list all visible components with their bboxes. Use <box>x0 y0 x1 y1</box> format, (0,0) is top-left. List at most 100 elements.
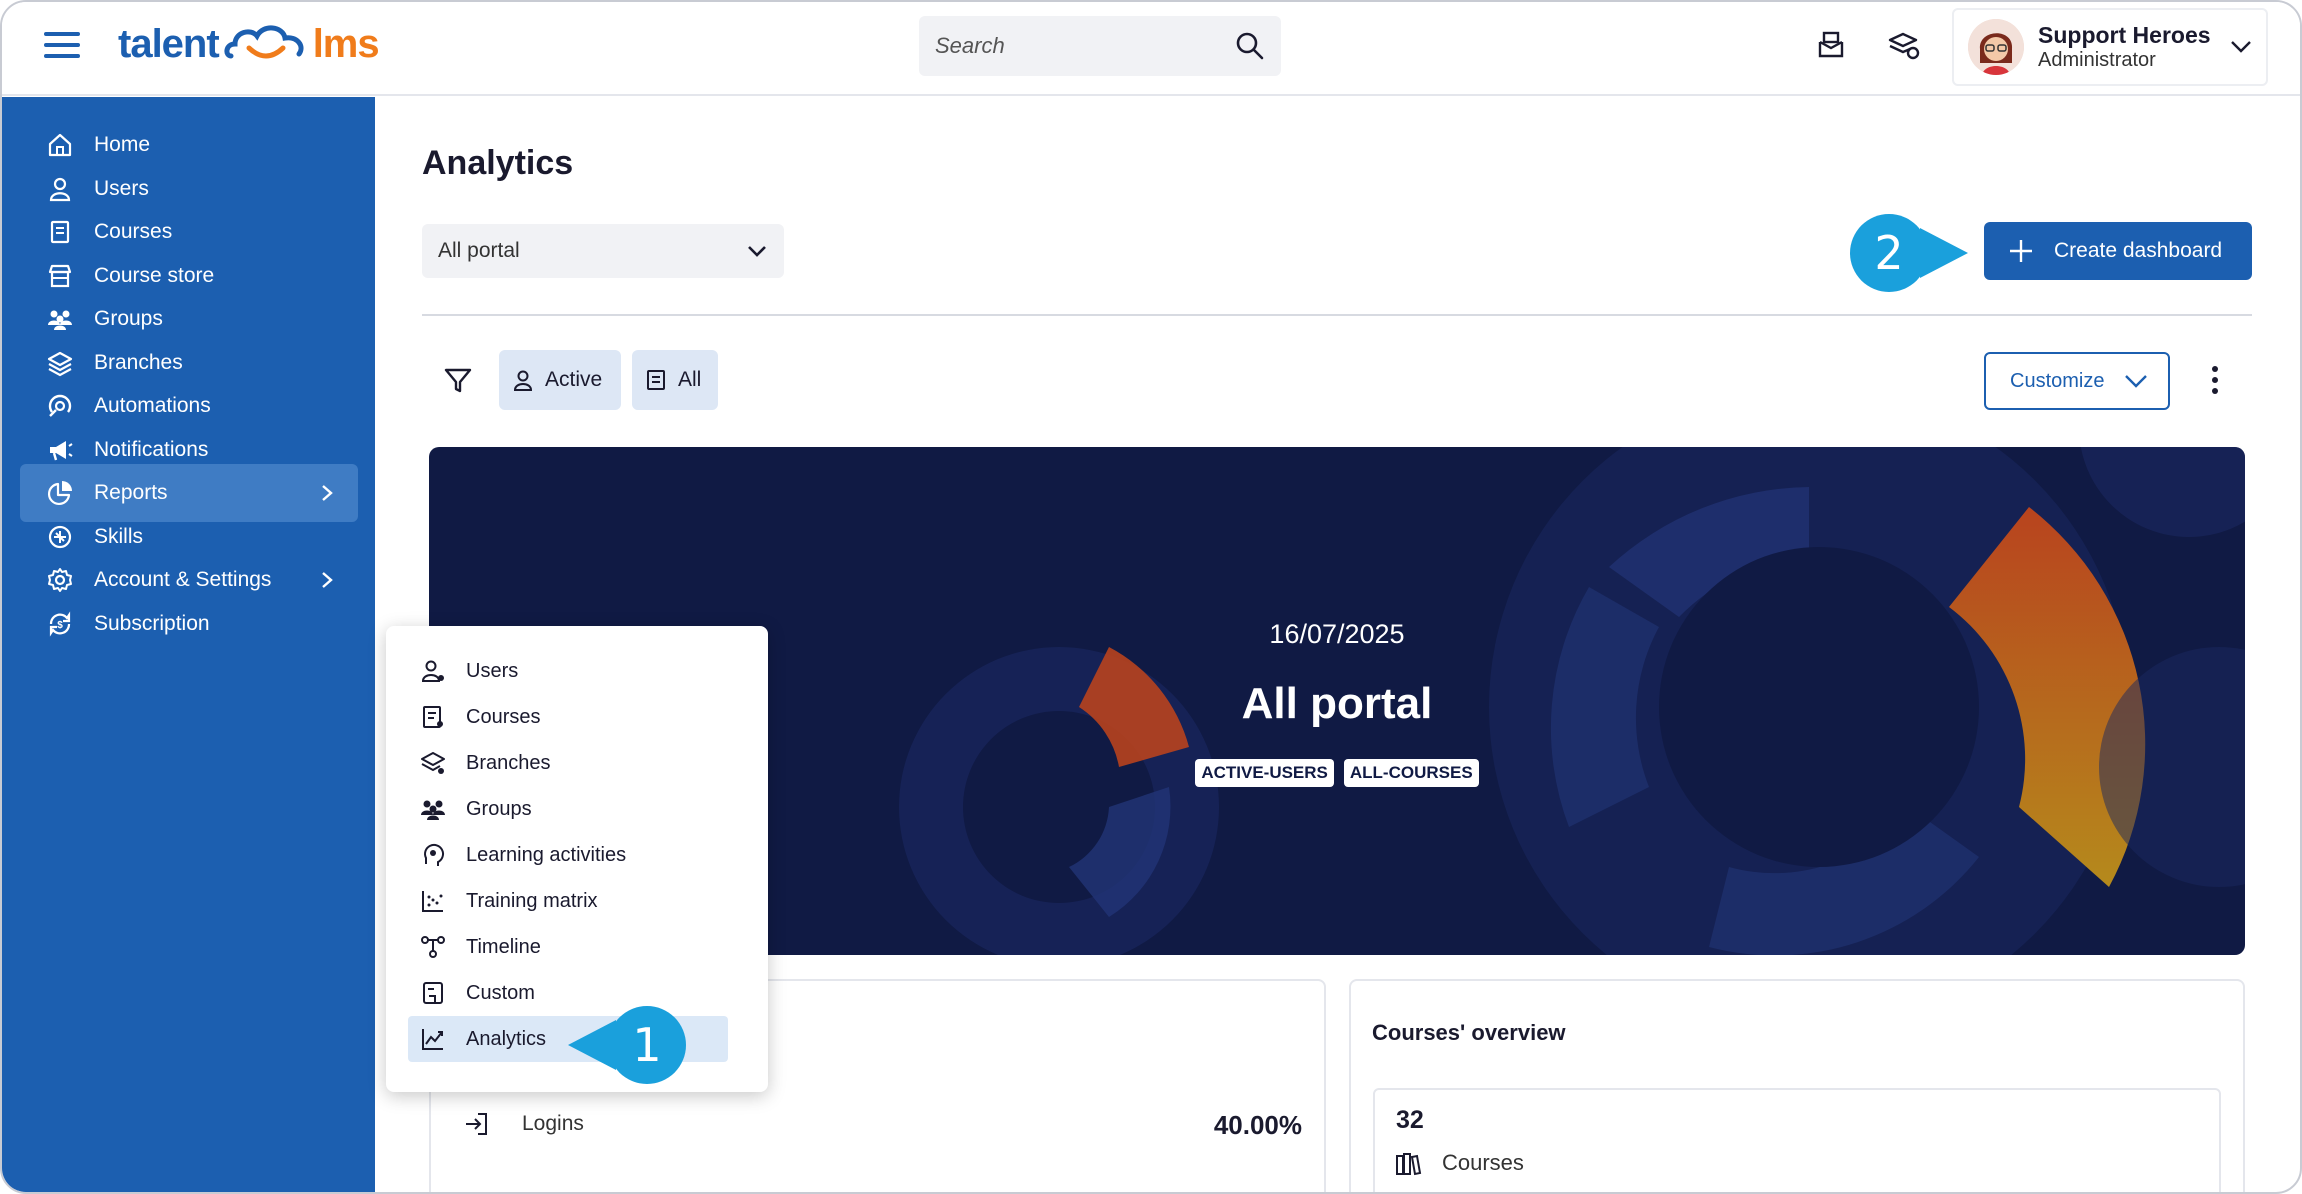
user-icon <box>49 177 71 202</box>
course-report-icon <box>423 706 443 728</box>
courses-label: Courses <box>1442 1150 1524 1175</box>
sidebar-item-label: Notifications <box>94 438 209 461</box>
avatar <box>1968 19 2024 75</box>
logo-text-lms: lms <box>312 21 380 66</box>
user-info: Support Heroes Administrator <box>2038 22 2211 71</box>
app-window: talent lms Search Support Heroes Adminis… <box>0 0 2302 1194</box>
talentlms-logo[interactable]: talent lms <box>118 16 380 72</box>
courses-stat-box[interactable] <box>1373 1088 2221 1192</box>
page-title: Analytics <box>422 144 574 182</box>
reports-menu-label: Training matrix <box>466 889 598 912</box>
user-role: Administrator <box>2038 48 2156 71</box>
book-icon <box>50 220 70 244</box>
all-chip-label: All <box>678 368 702 391</box>
sidebar-item-label: Course store <box>94 264 215 287</box>
analytics-icon <box>422 1029 443 1050</box>
home-icon <box>48 133 72 157</box>
reports-menu-users[interactable]: Users <box>408 648 728 694</box>
reports-menu-label: Analytics <box>466 1027 547 1050</box>
tag-all-courses: ALL-COURSES <box>1343 759 1479 787</box>
sidebar-item-label: Groups <box>94 307 163 330</box>
groups-icon <box>48 310 72 330</box>
sidebar-item-label: Automations <box>94 394 211 417</box>
callout-2-number: 2 <box>1874 226 1904 280</box>
filter-icon[interactable] <box>442 364 474 396</box>
search-icon[interactable] <box>1235 31 1265 61</box>
active-users-filter-chip[interactable]: Active <box>499 350 621 410</box>
reports-menu-learning-activities[interactable]: Learning activities <box>408 832 728 878</box>
reports-menu-label: Branches <box>466 751 551 774</box>
training-matrix-icon <box>422 891 443 912</box>
create-dashboard-label: Create dashboard <box>2054 239 2223 262</box>
chevron-right-icon <box>322 572 333 588</box>
svg-text:$: $ <box>57 620 63 631</box>
sidebar-item-label: Account & Settings <box>94 568 272 591</box>
custom-report-icon <box>423 982 443 1004</box>
learning-activities-icon <box>424 843 445 866</box>
sidebar-item-label: Users <box>94 177 149 200</box>
tag-active-users: ACTIVE-USERS <box>1195 759 1334 787</box>
reports-menu-training-matrix[interactable]: Training matrix <box>408 878 728 924</box>
sidebar-item-label: Branches <box>94 351 183 374</box>
groups-report-icon <box>421 800 445 820</box>
callout-2: 2 <box>1850 214 1968 292</box>
callout-1-number: 1 <box>632 1018 662 1072</box>
logo-text-talent: talent <box>118 21 220 66</box>
courses-count: 32 <box>1396 1106 1424 1134</box>
chevron-down-icon[interactable] <box>2230 40 2252 54</box>
courses-overview-title: Courses' overview <box>1372 1020 1566 1045</box>
user-icon <box>513 370 533 391</box>
branches-report-icon <box>421 752 445 774</box>
active-chip-label: Active <box>545 368 603 391</box>
timeline-icon <box>421 936 445 958</box>
reports-menu-label: Custom <box>466 981 535 1004</box>
megaphone-icon <box>50 441 73 461</box>
reports-menu-label: Timeline <box>466 935 541 958</box>
sidebar-item-label: Subscription <box>94 612 210 635</box>
chevron-down-icon <box>748 246 766 257</box>
reports-menu-label: Learning activities <box>466 843 627 866</box>
skills-icon <box>48 525 72 549</box>
chevron-right-icon <box>322 485 333 501</box>
logins-label: Logins <box>522 1112 584 1135</box>
callout-1: 1 <box>568 1006 686 1084</box>
search-input[interactable] <box>935 33 1235 59</box>
reports-menu-groups[interactable]: Groups <box>408 786 728 832</box>
customize-label: Customize <box>2010 369 2105 392</box>
books-icon <box>1396 1153 1422 1176</box>
gear-icon <box>48 568 72 592</box>
inbox-icon[interactable] <box>1814 28 1848 62</box>
reports-menu-timeline[interactable]: Timeline <box>408 924 728 970</box>
course-catalog-icon[interactable] <box>1886 28 1920 62</box>
user-menu[interactable]: Support Heroes Administrator <box>1952 8 2268 86</box>
reports-menu-courses[interactable]: Courses <box>408 694 728 740</box>
layers-icon <box>47 351 73 377</box>
sidebar-item-subscription[interactable]: $ Subscription <box>20 595 358 653</box>
divider <box>422 314 2252 316</box>
chevron-down-icon <box>2125 375 2147 388</box>
book-icon <box>647 370 665 390</box>
customize-button[interactable]: Customize <box>1984 352 2170 410</box>
create-dashboard-button[interactable]: Create dashboard <box>1984 222 2252 280</box>
sidebar-item-label: Skills <box>94 525 144 548</box>
reports-menu-label: Groups <box>466 797 532 820</box>
user-name: Support Heroes <box>2038 22 2211 49</box>
sidebar-item-label: Reports <box>94 481 168 504</box>
login-icon <box>466 1113 487 1135</box>
logins-value: 40.00% <box>1213 1110 1302 1140</box>
search-bar[interactable] <box>919 16 1281 76</box>
portal-select[interactable]: All portal <box>422 224 784 278</box>
automation-icon <box>48 394 72 417</box>
pie-chart-icon <box>47 481 72 506</box>
cloud-logo-icon <box>224 25 304 59</box>
sidebar-item-label: Courses <box>94 220 173 243</box>
sidebar: Home Users Courses Course store Groups B… <box>2 97 375 1192</box>
reports-menu-branches[interactable]: Branches <box>408 740 728 786</box>
reports-menu-label: Courses <box>466 705 541 728</box>
sidebar-item-label: Home <box>94 133 151 156</box>
user-avatar-icon <box>1968 19 2024 75</box>
all-courses-filter-chip[interactable]: All <box>632 350 718 410</box>
reports-menu-label: Users <box>466 659 519 682</box>
hamburger-menu-icon[interactable] <box>44 32 80 62</box>
more-options-icon[interactable] <box>2208 366 2222 396</box>
